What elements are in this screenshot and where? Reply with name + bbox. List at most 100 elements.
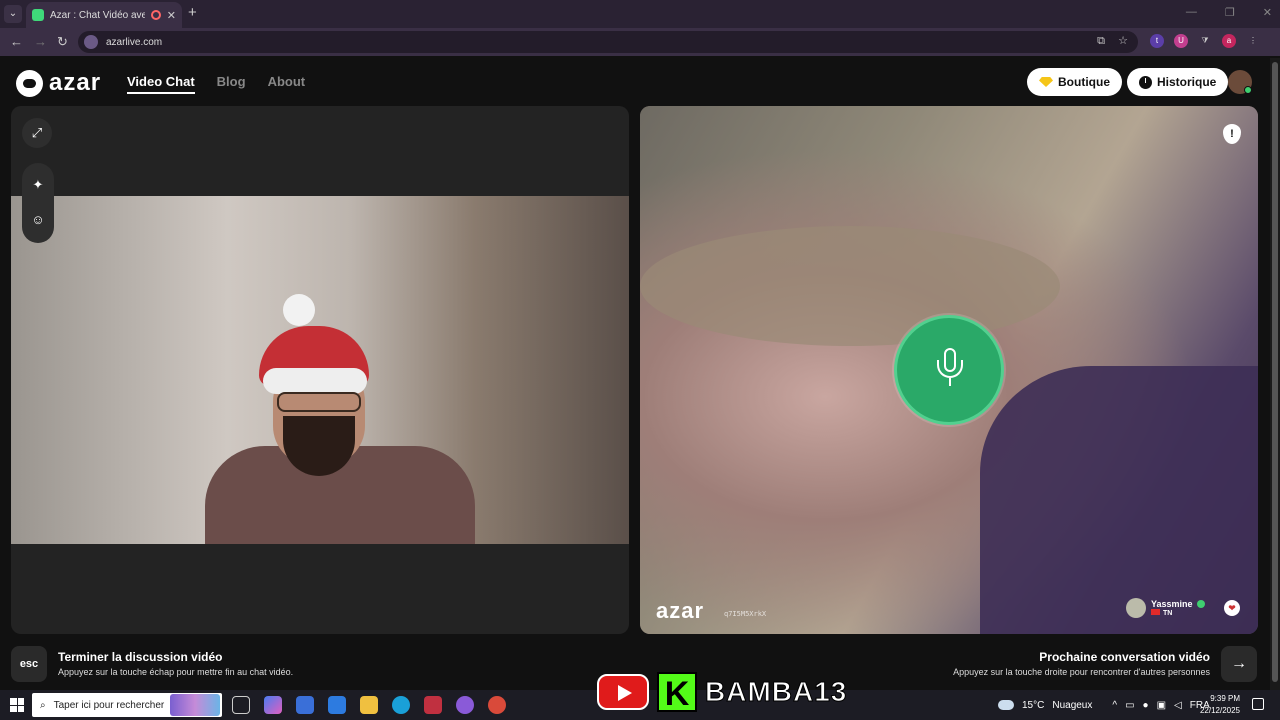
notification-icon[interactable] [1252, 698, 1264, 710]
extension-t-icon[interactable]: t [1150, 34, 1164, 48]
shop-button[interactable]: Boutique [1027, 68, 1122, 96]
install-app-icon[interactable]: ⧉ [1094, 34, 1108, 48]
scrollbar-thumb[interactable] [1272, 62, 1278, 682]
new-tab-button[interactable]: + [188, 4, 197, 21]
page-scrollbar[interactable] [1270, 58, 1280, 690]
mail-icon[interactable] [328, 696, 346, 714]
forward-icon[interactable]: → [34, 34, 47, 49]
azar-app: azar Video Chat Blog About Boutique Hist… [0, 58, 1270, 690]
santa-hat-pompom [283, 294, 315, 326]
esc-key-button[interactable]: esc [11, 646, 47, 682]
santa-hat-rim [263, 368, 367, 394]
tunisia-flag-icon [1151, 609, 1160, 615]
logo-text: azar [49, 69, 102, 96]
minimize-icon[interactable]: — [1186, 6, 1197, 19]
sparkle-effects-icon[interactable]: ✦ [23, 170, 53, 200]
history-button[interactable]: Historique [1127, 68, 1229, 96]
clock-icon [1139, 75, 1152, 89]
peer-info[interactable]: Yassmine TN [1126, 598, 1205, 618]
taskbar-apps [232, 696, 506, 714]
nav-about[interactable]: About [268, 74, 306, 94]
browser-tab[interactable]: Azar : Chat Vidéo avec de n ✕ [26, 2, 182, 28]
remote-blurred-scarf [980, 366, 1258, 634]
volume-icon[interactable]: ◁ [1174, 700, 1182, 711]
date: 22/12/2025 [1199, 706, 1240, 715]
close-window-icon[interactable]: ✕ [1263, 6, 1272, 19]
gem-icon [1039, 77, 1053, 87]
extensions-row: t U ⧩ a ⋮ [1150, 34, 1260, 48]
tray-chevron-icon[interactable]: ^ [1112, 700, 1117, 711]
remote-blurred-shape [640, 226, 1060, 346]
nav-video-chat[interactable]: Video Chat [127, 74, 195, 94]
display-icon[interactable]: ▣ [1157, 700, 1166, 711]
mic-tray-icon[interactable]: ● [1143, 700, 1149, 711]
end-chat-title: Terminer la discussion vidéo [58, 650, 223, 664]
file-explorer-icon[interactable] [360, 696, 378, 714]
url-text[interactable]: azarlive.com [106, 37, 162, 48]
reload-icon[interactable]: ↻ [57, 34, 68, 50]
verified-icon [1196, 600, 1205, 608]
tab-search-chevron-icon[interactable]: ⌄ [4, 5, 22, 23]
windows-start-icon[interactable] [10, 698, 24, 712]
face-filter-icon[interactable]: ☺ [23, 205, 53, 235]
azar-logo[interactable]: azar [16, 69, 101, 97]
back-icon[interactable]: ← [10, 34, 23, 49]
history-label: Historique [1157, 75, 1217, 89]
taskbar-search[interactable]: ⌕ Taper ici pour rechercher [32, 693, 222, 717]
taskbar-clock[interactable]: 9:39 PM 22/12/2025 [1198, 693, 1240, 717]
time: 9:39 PM [1210, 694, 1240, 703]
address-bar[interactable]: azarlive.com ⧉ ☆ [78, 31, 1138, 53]
network-icon[interactable]: ▭ [1125, 700, 1134, 711]
stream-overlay-banner: K BAMBA13 [597, 672, 848, 713]
browser-tab-bar: ⌄ Azar : Chat Vidéo avec de n ✕ + — ❐ ✕ [0, 0, 1280, 28]
streamer-name: BAMBA13 [704, 676, 848, 708]
peer-country: TN [1163, 610, 1173, 617]
remote-video-panel: ! azar q7I5M5XrkX Yassmine TN ❤ [640, 106, 1258, 634]
azar-logo-mark-icon [16, 69, 43, 97]
fullscreen-icon[interactable]: ⤢ [22, 118, 52, 148]
nav-blog[interactable]: Blog [217, 74, 246, 94]
restore-icon[interactable]: ❐ [1225, 6, 1235, 19]
search-highlight-image [170, 694, 220, 716]
chrome-icon[interactable] [488, 696, 506, 714]
browser-menu-icon[interactable]: ⋮ [1246, 34, 1260, 48]
search-icon: ⌕ [40, 699, 46, 711]
peer-avatar [1126, 598, 1146, 618]
profile-icon[interactable]: a [1222, 34, 1236, 48]
weather-temp[interactable]: 15°C [1022, 700, 1044, 711]
glasses [277, 392, 361, 412]
azar-watermark: azar [656, 598, 705, 623]
peer-name: Yassmine [1151, 599, 1193, 609]
site-info-icon[interactable] [84, 35, 98, 49]
cloud-icon [998, 700, 1014, 710]
shop-label: Boutique [1058, 75, 1110, 89]
microphone-button[interactable] [894, 315, 1004, 425]
microphone-stem [949, 378, 951, 386]
weather-desc[interactable]: Nuageux [1052, 700, 1092, 711]
extensions-puzzle-icon[interactable]: ⧩ [1198, 34, 1212, 48]
recording-indicator-icon [150, 10, 161, 20]
edge-icon[interactable] [392, 696, 410, 714]
local-video-panel: ⤢ ✦ ☺ [11, 106, 629, 634]
session-id: q7I5M5XrkX [724, 610, 767, 618]
main-nav: Video Chat Blog About [127, 74, 305, 94]
close-tab-icon[interactable]: ✕ [167, 9, 176, 22]
gift-icon[interactable]: ❤ [1224, 600, 1240, 616]
search-placeholder: Taper ici pour rechercher [53, 699, 165, 711]
next-chat-title: Prochaine conversation vidéo [1039, 650, 1210, 664]
store-icon[interactable] [296, 696, 314, 714]
task-view-icon[interactable] [232, 696, 250, 714]
system-tray: 15°C Nuageux ^ ▭ ● ▣ ◁ FRA [998, 690, 1210, 720]
browser-toolbar: ← → ↻ azarlive.com ⧉ ☆ [0, 28, 1280, 56]
snipping-tool-icon[interactable] [424, 696, 442, 714]
kick-icon: K [657, 672, 697, 713]
extension-u-icon[interactable]: U [1174, 34, 1188, 48]
next-arrow-button[interactable]: → [1221, 646, 1257, 682]
discord-icon[interactable] [456, 696, 474, 714]
tab-title: Azar : Chat Vidéo avec de n [50, 9, 145, 21]
end-chat-subtitle: Appuyez sur la touche échap pour mettre … [58, 667, 294, 677]
copilot-icon[interactable] [264, 696, 282, 714]
azar-favicon-icon [32, 9, 44, 21]
bookmark-star-icon[interactable]: ☆ [1116, 34, 1130, 48]
next-chat-subtitle: Appuyez sur la touche droite pour rencon… [953, 667, 1210, 677]
